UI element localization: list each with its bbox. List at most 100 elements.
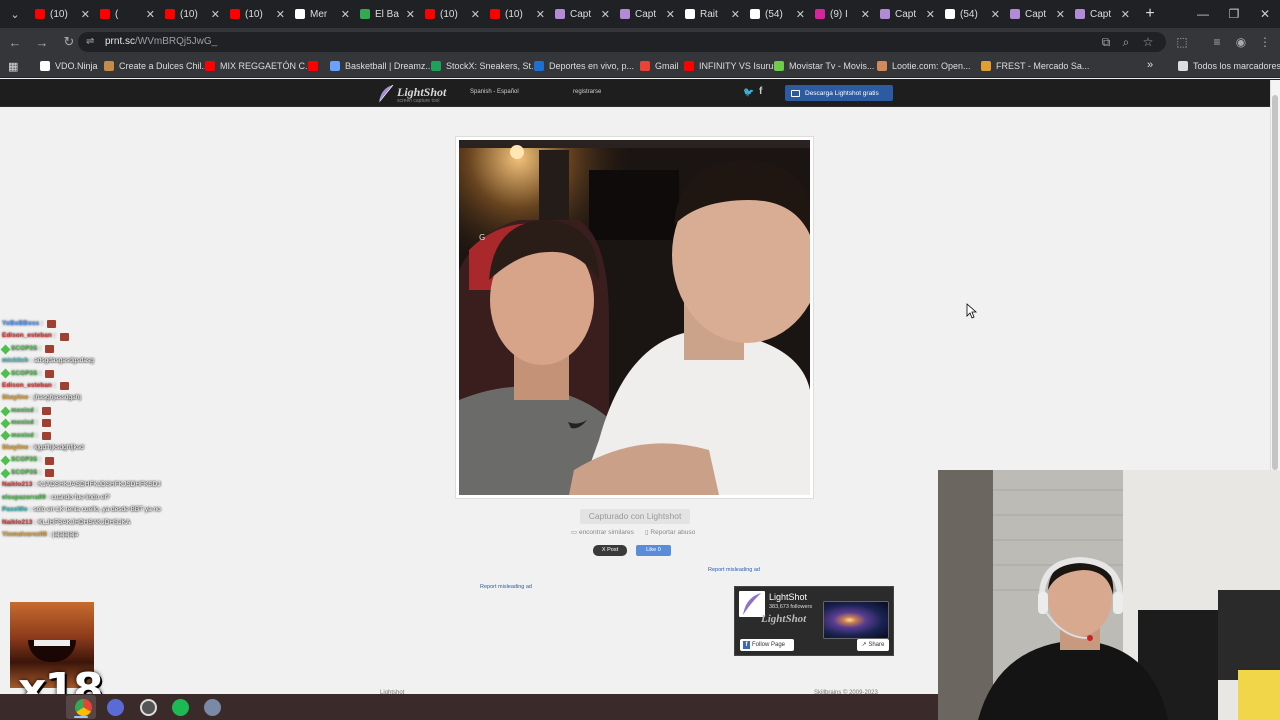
extensions-icon[interactable]: ⬚	[1172, 32, 1192, 52]
chat-message: moxixd:	[0, 417, 192, 429]
spotify-taskbar-icon[interactable]	[172, 699, 189, 716]
browser-tab[interactable]: (10) ✕	[30, 0, 95, 28]
fb-followers: 383,673 followers	[769, 604, 813, 610]
tab-strip: ⌄ (10) ✕(✕ (10) ✕ (10) ✕ Mer ✕ El Ba ✕ (10) ✕ (10) ✕ C…	[0, 0, 1280, 28]
bookmark-item[interactable]: MIX REGGAETÓN C...	[205, 61, 313, 71]
chat-text: cuando fue lindo el?	[51, 493, 110, 501]
bookmarks-overflow-icon[interactable]: »	[1147, 59, 1153, 71]
screenshot-image[interactable]: G	[459, 140, 810, 495]
tab-close-icon[interactable]: ✕	[146, 8, 155, 21]
fb-page-name[interactable]: LightShot	[769, 592, 807, 602]
tab-close-icon[interactable]: ✕	[861, 8, 870, 21]
profile-avatar-icon[interactable]: ◉	[1231, 32, 1251, 52]
obs-taskbar-icon[interactable]	[140, 699, 157, 716]
scrollbar-thumb[interactable]	[1272, 95, 1278, 470]
restore-icon[interactable]: ❐	[1218, 0, 1250, 28]
bookmark-item[interactable]: Gmail	[640, 61, 679, 71]
site-info-icon[interactable]: ⇌	[86, 36, 94, 47]
tab-close-icon[interactable]: ✕	[731, 8, 740, 21]
browser-tab[interactable]: (54) ✕	[745, 0, 810, 28]
lightshot-logo[interactable]: LightShot screen capture tool	[377, 83, 457, 105]
twitter-icon[interactable]: 🐦	[743, 87, 754, 98]
menu-icon[interactable]: ⋮	[1255, 32, 1275, 52]
address-bar[interactable]: ⇌ prnt.sc/WVmBRQj5JwG_	[78, 32, 1166, 52]
follow-page-button[interactable]: Follow Page	[740, 639, 794, 651]
tab-close-icon[interactable]: ✕	[991, 8, 1000, 21]
browser-taskbar-icon[interactable]	[107, 699, 124, 716]
browser-tab[interactable]: (10) ✕	[420, 0, 485, 28]
chat-message: moxixd:	[0, 430, 192, 442]
bookmark-item[interactable]: Basketball | Dreamz...	[330, 61, 433, 71]
browser-tab[interactable]: (9) I ✕	[810, 0, 875, 28]
browser-tab[interactable]: (54) ✕	[940, 0, 1005, 28]
new-tab-button[interactable]: +	[1135, 5, 1165, 23]
cast-icon[interactable]: ⧉	[1096, 32, 1116, 52]
tab-close-icon[interactable]: ✕	[341, 8, 350, 21]
tab-close-icon[interactable]: ✕	[926, 8, 935, 21]
language-selector[interactable]: Spanish - Español	[470, 89, 519, 95]
chrome-taskbar-icon[interactable]	[75, 699, 92, 716]
tab-search-icon[interactable]: ⌄	[0, 0, 30, 28]
bookmark-item[interactable]: StockX: Sneakers, St...	[431, 61, 539, 71]
minimize-icon[interactable]: —	[1187, 0, 1219, 28]
x-post-button[interactable]: X Post	[593, 545, 627, 556]
browser-tab[interactable]: (10) ✕	[225, 0, 290, 28]
bookmark-item[interactable]	[308, 61, 323, 71]
browser-tab[interactable]: El Ba ✕	[355, 0, 420, 28]
register-link[interactable]: registrarse	[573, 89, 601, 95]
apps-grid-icon[interactable]: ▦	[8, 60, 18, 73]
tab-close-icon[interactable]: ✕	[471, 8, 480, 21]
screen: ⌄ (10) ✕(✕ (10) ✕ (10) ✕ Mer ✕ El Ba ✕ (10) ✕ (10) ✕ C…	[0, 0, 1280, 720]
report-misleading-ad-link-2[interactable]: Report misleading ad	[480, 584, 532, 590]
bookmark-item[interactable]: INFINITY VS Isurus	[684, 61, 778, 71]
tab-close-icon[interactable]: ✕	[796, 8, 805, 21]
bookmark-item[interactable]: Todos los marcadores	[1178, 61, 1280, 71]
zoom-icon[interactable]: ⌕	[1116, 32, 1136, 52]
chat-emote-icon	[59, 382, 69, 391]
bookmark-star-icon[interactable]: ☆	[1138, 32, 1158, 52]
tab-close-icon[interactable]: ✕	[211, 8, 220, 21]
bookmark-item[interactable]: Create a Dulces Chil...	[104, 61, 209, 71]
tab-close-icon[interactable]: ✕	[1121, 8, 1130, 21]
bookmark-item[interactable]: Movistar Tv - Movis...	[774, 61, 874, 71]
browser-tab[interactable]: Capt ✕	[1005, 0, 1070, 28]
browser-tab[interactable]: Capt ✕	[615, 0, 680, 28]
tab-close-icon[interactable]: ✕	[1056, 8, 1065, 21]
tab-close-icon[interactable]: ✕	[666, 8, 675, 21]
report-abuse-link[interactable]: ▯ Reportar abuso	[645, 528, 695, 536]
chat-username: YoBoBBoss	[2, 320, 40, 327]
download-button[interactable]: Descarga Lightshot gratis	[785, 85, 893, 101]
tab-favicon-icon	[165, 9, 175, 19]
facebook-like-button[interactable]: Like 0	[636, 545, 671, 556]
browser-tab[interactable]: Mer ✕	[290, 0, 355, 28]
share-button[interactable]: ↗ Share	[857, 639, 889, 651]
bookmark-item[interactable]: FREST - Mercado Sa...	[981, 61, 1089, 71]
chat-text: solo en LK tenia cuello, ya desde BBT ya…	[33, 506, 161, 514]
facebook-icon[interactable]: f	[759, 86, 762, 97]
tab-close-icon[interactable]: ✕	[276, 8, 285, 21]
browser-tab[interactable]: Capt ✕	[550, 0, 615, 28]
tab-favicon-icon	[555, 9, 565, 19]
find-similar-link[interactable]: ▭ encontrar similares	[571, 528, 634, 536]
media-icon[interactable]: ≡	[1207, 32, 1227, 52]
tab-close-icon[interactable]: ✕	[536, 8, 545, 21]
tab-close-icon[interactable]: ✕	[601, 8, 610, 21]
app-taskbar-icon[interactable]	[204, 699, 221, 716]
tab-close-icon[interactable]: ✕	[406, 8, 415, 21]
bookmark-item[interactable]: Deportes en vivo, p...	[534, 61, 634, 71]
tab-close-icon[interactable]: ✕	[81, 8, 90, 21]
browser-tab[interactable]: (10) ✕	[160, 0, 225, 28]
browser-tab[interactable]: Rait ✕	[680, 0, 745, 28]
back-icon[interactable]: ←	[3, 30, 27, 54]
forward-icon[interactable]: →	[30, 30, 54, 54]
bookmark-label: MIX REGGAETÓN C...	[220, 61, 313, 71]
browser-tab[interactable]: Capt ✕	[875, 0, 940, 28]
chat-username: Skayline	[2, 444, 29, 452]
close-window-icon[interactable]: ✕	[1249, 0, 1280, 28]
browser-tab[interactable]: (10) ✕	[485, 0, 550, 28]
browser-tab[interactable]: Capt ✕	[1070, 0, 1135, 28]
report-misleading-ad-link[interactable]: Report misleading ad	[708, 567, 760, 573]
browser-tab[interactable]: (✕	[95, 0, 160, 28]
bookmark-item[interactable]: Lootie.com: Open...	[877, 61, 971, 71]
bookmark-item[interactable]: VDO.Ninja	[40, 61, 98, 71]
